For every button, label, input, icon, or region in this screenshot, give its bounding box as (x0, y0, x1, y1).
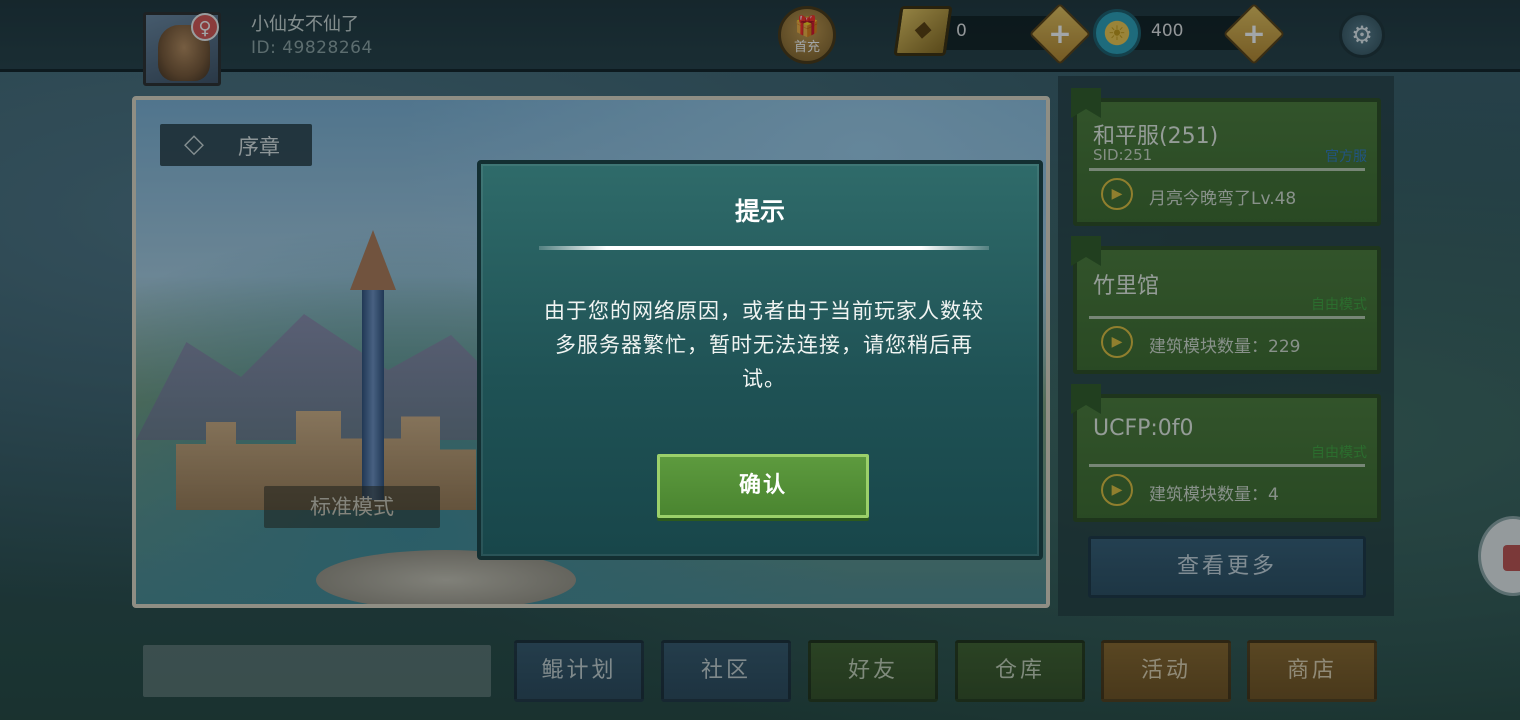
dialog-message: 由于您的网络原因，或者由于当前玩家人数较多服务器繁忙，暂时无法连接，请您稍后再试… (544, 299, 984, 391)
notice-dialog: 提示 由于您的网络原因，或者由于当前玩家人数较多服务器繁忙，暂时无法连接，请您稍… (477, 160, 1043, 560)
confirm-button[interactable]: 确认 (657, 454, 869, 518)
title-divider (539, 246, 989, 250)
dialog-title: 提示 (734, 197, 785, 226)
